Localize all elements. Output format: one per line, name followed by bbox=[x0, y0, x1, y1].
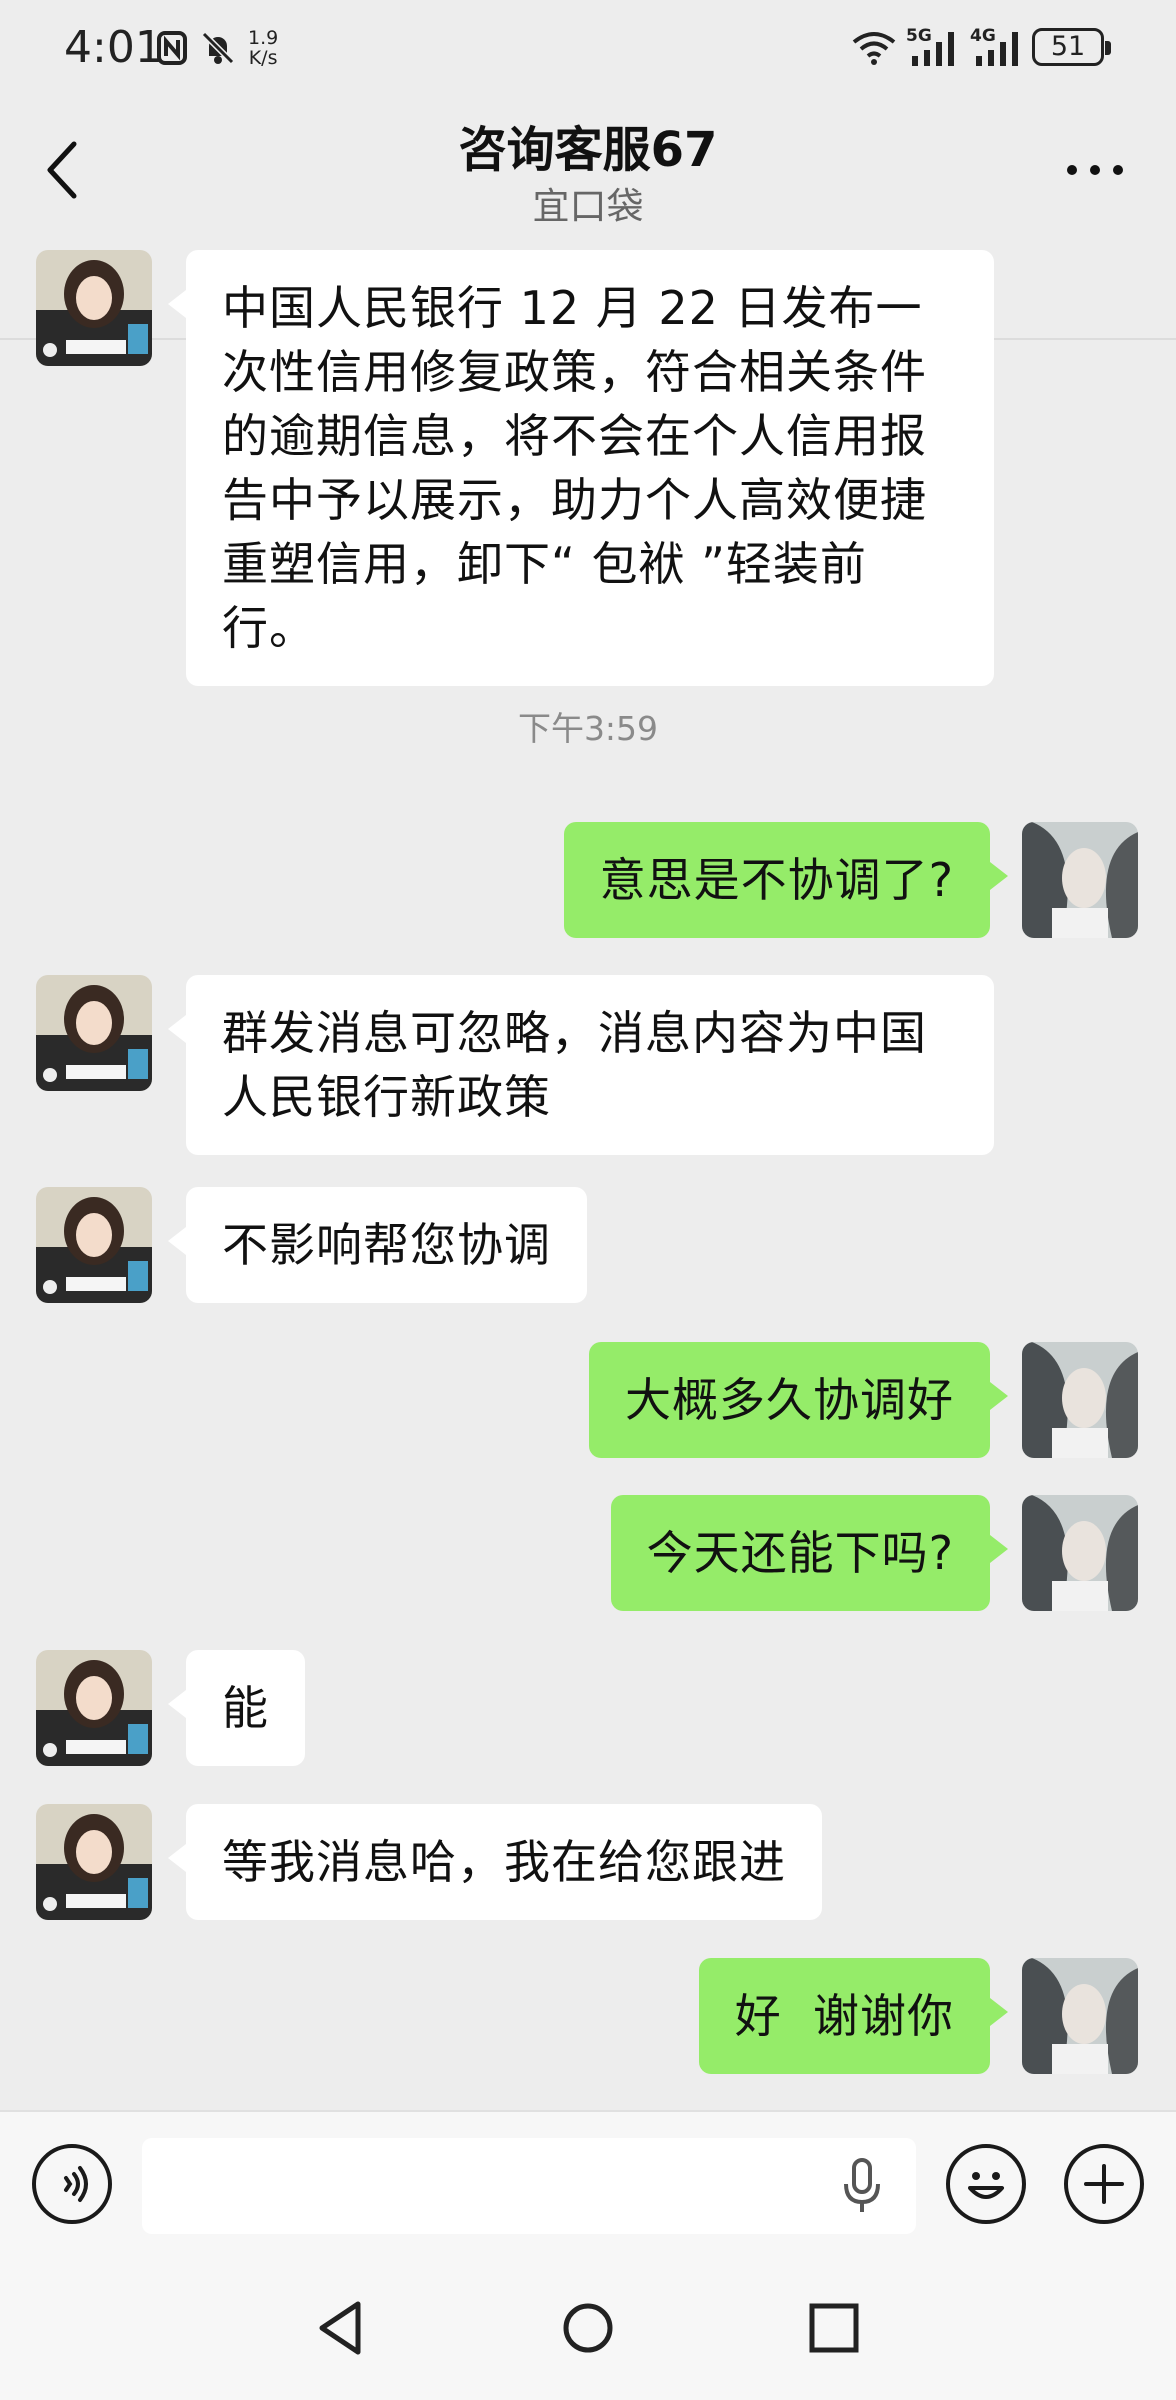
message-input[interactable] bbox=[142, 2138, 916, 2234]
user-avatar[interactable] bbox=[1022, 822, 1138, 938]
microphone-icon[interactable] bbox=[838, 2156, 886, 2216]
nav-back-icon[interactable] bbox=[312, 2298, 368, 2358]
status-time: 4:01 bbox=[64, 22, 163, 73]
time-separator: 下午3:59 bbox=[517, 709, 659, 748]
contact-avatar[interactable] bbox=[36, 1187, 152, 1303]
message-list[interactable]: 中国人民银行 12 月 22 日发布一次性信用修复政策，符合相关条件的逾期信息，… bbox=[0, 240, 1176, 2110]
wifi-icon bbox=[852, 32, 896, 65]
message-bubble-incoming[interactable]: 群发消息可忽略，消息内容为中国人民银行新政策 bbox=[168, 975, 994, 1155]
signal-5g-icon bbox=[912, 32, 954, 66]
network-speed-unit: K/s bbox=[248, 47, 278, 69]
message-bubble-incoming[interactable]: 能 bbox=[168, 1650, 305, 1766]
nav-recents-icon[interactable] bbox=[806, 2298, 862, 2358]
message-bubble-outgoing[interactable]: 今天还能下吗? bbox=[610, 1495, 1009, 1611]
contact-avatar[interactable] bbox=[36, 1650, 152, 1766]
voice-icon bbox=[64, 2166, 88, 2202]
signal-4g-icon bbox=[976, 32, 1018, 66]
bell-off-icon bbox=[201, 31, 235, 65]
chat-header: 咨询客服67 宜口袋 bbox=[0, 100, 1176, 340]
message-bubble-outgoing[interactable]: 意思是不协调了? bbox=[563, 822, 1009, 938]
message-bubble-outgoing[interactable]: 好 谢谢你 bbox=[698, 1958, 1009, 2074]
contact-avatar[interactable] bbox=[36, 975, 152, 1091]
contact-avatar[interactable] bbox=[36, 1804, 152, 1920]
voice-toggle-button[interactable] bbox=[32, 2144, 112, 2224]
emoji-button[interactable] bbox=[946, 2144, 1026, 2224]
plus-button[interactable] bbox=[1064, 2144, 1144, 2224]
system-nav-bar bbox=[0, 2258, 1176, 2400]
emoji-icon bbox=[968, 2172, 1004, 2199]
input-bar bbox=[0, 2110, 1176, 2258]
chat-title: 咨询客服67 bbox=[458, 122, 718, 178]
message-bubble-incoming[interactable]: 等我消息哈，我在给您跟进 bbox=[168, 1804, 822, 1920]
more-options-button[interactable] bbox=[1060, 150, 1130, 190]
user-avatar[interactable] bbox=[1022, 1958, 1138, 2074]
chat-screen: 4:01 1.9 K/s 5G 4G 51 咨询客服67 宜口袋 中国人民银行 … bbox=[0, 0, 1176, 2400]
nav-home-icon[interactable] bbox=[560, 2298, 616, 2358]
user-avatar[interactable] bbox=[1022, 1495, 1138, 1611]
status-bar: 4:01 1.9 K/s 5G 4G 51 bbox=[0, 0, 1176, 100]
message-bubble-incoming[interactable]: 中国人民银行 12 月 22 日发布一次性信用修复政策，符合相关条件的逾期信息，… bbox=[168, 250, 994, 686]
plus-icon bbox=[1084, 2164, 1124, 2204]
user-avatar[interactable] bbox=[1022, 1342, 1138, 1458]
contact-avatar[interactable] bbox=[36, 250, 152, 366]
message-bubble-outgoing[interactable]: 大概多久协调好 bbox=[589, 1342, 1008, 1458]
network-speed-value: 1.9 bbox=[248, 27, 279, 49]
chat-subtitle: 宜口袋 bbox=[532, 185, 644, 228]
battery-icon: 51 bbox=[1032, 28, 1111, 66]
nfc-icon bbox=[157, 31, 187, 65]
network-speed: 1.9 K/s bbox=[248, 28, 278, 68]
message-bubble-incoming[interactable]: 不影响帮您协调 bbox=[168, 1187, 587, 1303]
